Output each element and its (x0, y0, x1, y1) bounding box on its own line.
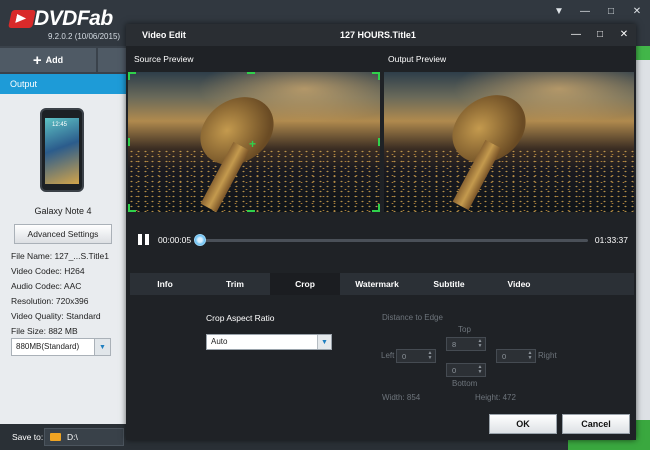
spin-arrows-icon[interactable]: ▲ ▼ (476, 365, 484, 375)
minimize-icon[interactable]: — (570, 29, 582, 40)
tab-trim[interactable]: Trim (200, 273, 270, 295)
device-name: Galaxy Note 4 (34, 206, 92, 216)
main-window-controls: ▼ — □ ✕ (552, 6, 644, 17)
status-indicator (636, 46, 650, 60)
version-text: 9.2.0.2 (10/06/2015) (48, 32, 121, 41)
crop-handle-bottom-left[interactable] (128, 204, 136, 212)
distance-to-edge-label: Distance to Edge (382, 313, 443, 322)
toolbar-button[interactable] (98, 48, 126, 72)
dropdown-icon[interactable]: ▼ (552, 6, 566, 17)
dialog-window-controls: — □ ✕ (570, 29, 630, 40)
output-header: Output (0, 74, 126, 94)
left-value: 0 (402, 352, 407, 361)
resolution-info: Resolution: 720x396 (11, 296, 89, 306)
top-spinbox[interactable]: 8 ▲ ▼ (446, 337, 486, 351)
crop-aspect-ratio-label: Crop Aspect Ratio (206, 313, 275, 323)
spin-arrows-icon[interactable]: ▲ ▼ (476, 339, 484, 349)
city-lights (128, 149, 380, 212)
source-preview-label: Source Preview (134, 54, 194, 64)
ok-button[interactable]: OK (489, 414, 557, 434)
maximize-icon[interactable]: □ (604, 6, 618, 17)
crop-handle-right[interactable] (372, 138, 380, 146)
edit-tabs: Info Trim Crop Watermark Subtitle Video (130, 273, 634, 295)
maximize-icon[interactable]: □ (594, 29, 606, 40)
crop-handle-top-right[interactable] (372, 72, 380, 80)
dialog-title: Video Edit (142, 30, 186, 40)
tab-crop[interactable]: Crop (270, 273, 340, 295)
chevron-down-icon[interactable]: ▼ (94, 339, 110, 355)
crop-aspect-ratio-select[interactable]: Auto ▼ (206, 334, 332, 350)
right-value: 0 (502, 352, 507, 361)
file-size-info: File Size: 882 MB (11, 326, 78, 336)
output-size-value: 880MB(Standard) (16, 342, 80, 351)
device-image: 12:45 (40, 108, 84, 192)
bottom-value: 0 (452, 366, 457, 375)
right-spinbox[interactable]: 0 ▲ ▼ (496, 349, 536, 363)
close-icon[interactable]: ✕ (630, 6, 644, 17)
dvdfab-logo-icon (8, 10, 36, 28)
crop-handle-bottom-right[interactable] (372, 204, 380, 212)
bottom-label: Bottom (452, 379, 478, 388)
output-preview (384, 72, 634, 212)
video-edit-dialog: Video Edit 127 HOURS.Title1 — □ ✕ Source… (126, 24, 636, 440)
output-size-select[interactable]: 880MB(Standard) ▼ (11, 338, 111, 356)
video-codec-info: Video Codec: H264 (11, 266, 85, 276)
city-lights (384, 149, 634, 212)
height-readout: Height: 472 (475, 393, 516, 402)
pause-button[interactable] (138, 234, 150, 246)
seek-bar[interactable] (200, 239, 588, 242)
tab-watermark[interactable]: Watermark (340, 273, 414, 295)
output-panel: Output 12:45 Galaxy Note 4 Advanced Sett… (0, 74, 126, 424)
audio-codec-info: Audio Codec: AAC (11, 281, 82, 291)
folder-icon[interactable] (50, 433, 61, 441)
logo-text: DVDFab (34, 7, 113, 30)
spin-arrows-icon[interactable]: ▲ ▼ (526, 351, 534, 361)
pause-icon (138, 234, 142, 245)
total-time: 01:33:37 (594, 235, 628, 245)
device-clock: 12:45 (52, 122, 68, 128)
top-value: 8 (452, 340, 457, 349)
main-content-area (636, 60, 650, 424)
crop-handle-bottom[interactable] (247, 204, 255, 212)
crop-handle-top-left[interactable] (128, 72, 136, 80)
tab-info[interactable]: Info (130, 273, 200, 295)
dialog-title-bar: Video Edit 127 HOURS.Title1 — □ ✕ (126, 24, 636, 46)
cancel-button[interactable]: Cancel (562, 414, 630, 434)
crosshair-icon[interactable]: + (249, 138, 256, 150)
file-name-info: File Name: 127_...S.Title1 (11, 251, 109, 261)
left-label: Left (381, 351, 395, 360)
dialog-subtitle: 127 HOURS.Title1 (340, 30, 416, 40)
close-icon[interactable]: ✕ (618, 29, 630, 40)
right-label: Right (538, 351, 557, 360)
spin-arrows-icon[interactable]: ▲ ▼ (426, 351, 434, 361)
advanced-settings-button[interactable]: Advanced Settings (14, 224, 112, 244)
left-spinbox[interactable]: 0 ▲ ▼ (396, 349, 436, 363)
save-to-label: Save to: (12, 432, 44, 442)
tab-video[interactable]: Video (484, 273, 554, 295)
plus-icon: + (32, 51, 42, 69)
chevron-down-icon[interactable]: ▼ (317, 335, 331, 349)
dvdfab-logo: DVDFab 9.2.0.2 (10/06/2015) (8, 4, 128, 44)
minimize-icon[interactable]: — (578, 6, 592, 17)
add-button[interactable]: + Add (0, 48, 96, 72)
crop-aspect-ratio-value: Auto (211, 337, 228, 346)
crop-handle-top[interactable] (247, 72, 255, 80)
seek-handle[interactable] (194, 234, 207, 246)
crop-handle-left[interactable] (128, 138, 136, 146)
bottom-spinbox[interactable]: 0 ▲ ▼ (446, 363, 486, 377)
tab-subtitle[interactable]: Subtitle (414, 273, 484, 295)
current-time: 00:00:05 (158, 235, 192, 245)
pause-icon (145, 234, 149, 245)
video-quality-info: Video Quality: Standard (11, 311, 101, 321)
output-preview-label: Output Preview (388, 54, 447, 64)
width-readout: Width: 854 (382, 393, 421, 402)
add-button-label: Add (45, 55, 64, 65)
top-label: Top (458, 325, 471, 334)
